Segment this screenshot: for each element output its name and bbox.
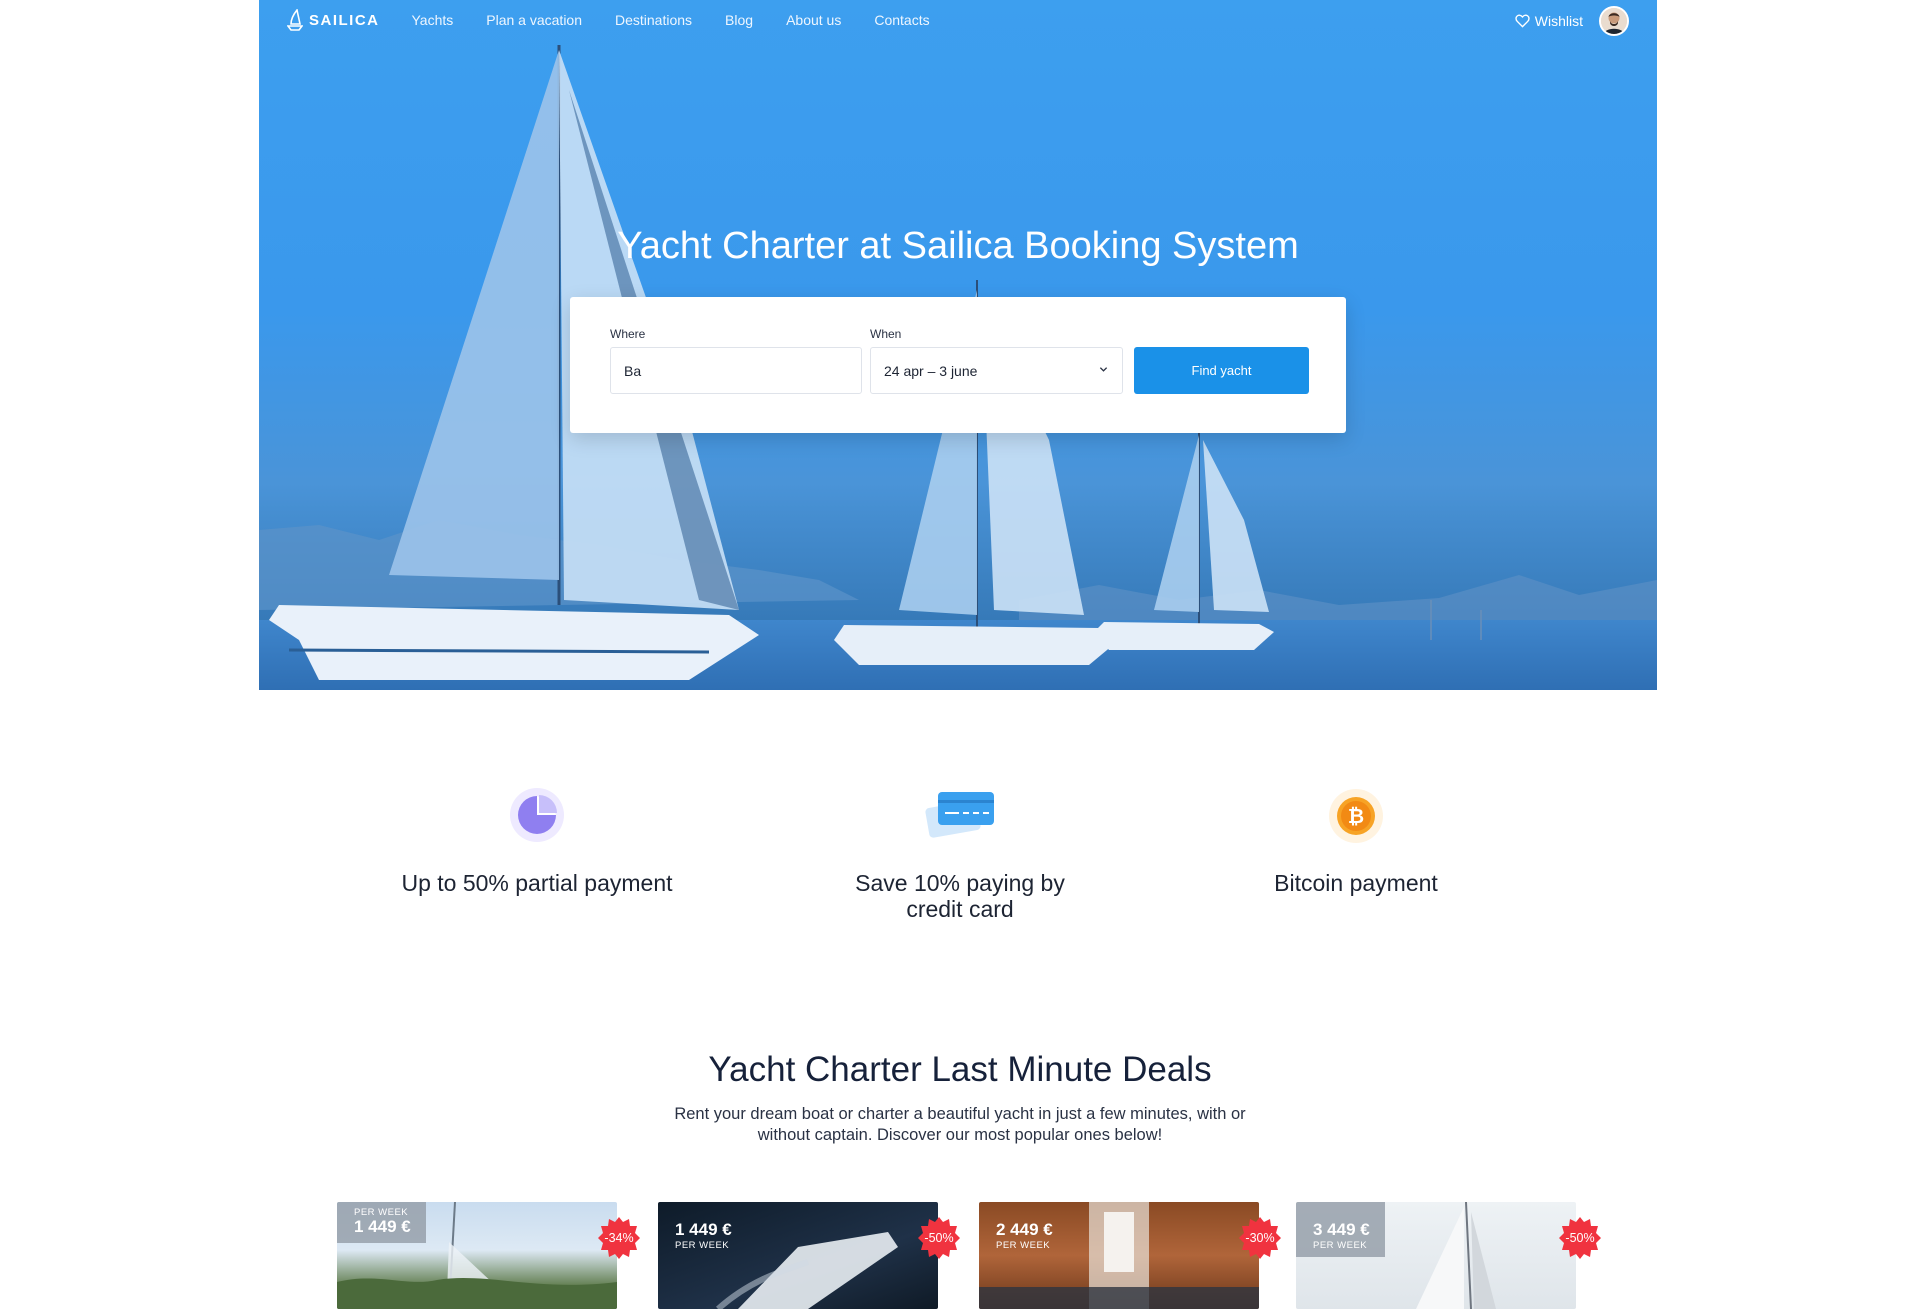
price-amount: 3 449 €: [1313, 1220, 1370, 1239]
heart-icon: [1515, 14, 1530, 28]
feature-text: Save 10% paying by credit card: [855, 870, 1065, 922]
price-tag: 2 449 € PER WEEK: [979, 1202, 1068, 1257]
discount-badge: -30%: [1238, 1216, 1282, 1260]
price-tag: 3 449 € PER WEEK: [1296, 1202, 1385, 1257]
nav-link-about-us[interactable]: About us: [786, 12, 841, 28]
price-amount: 1 449 €: [675, 1220, 732, 1239]
nav-link-destinations[interactable]: Destinations: [615, 12, 692, 28]
feature-text: Bitcoin payment: [1274, 870, 1438, 896]
when-label: When: [870, 327, 902, 341]
deals-title: Yacht Charter Last Minute Deals: [708, 1050, 1212, 1089]
hero-title: Yacht Charter at Sailica Booking System: [617, 225, 1299, 267]
nav-link-contacts[interactable]: Contacts: [874, 12, 929, 28]
discount-value: -30%: [1245, 1231, 1275, 1245]
bitcoin-icon: ₿: [1321, 780, 1391, 850]
nav-right-group: Wishlist: [1515, 6, 1629, 36]
svg-text:₿: ₿: [1348, 806, 1364, 828]
deal-card[interactable]: 2 449 € PER WEEK: [979, 1202, 1259, 1309]
nav-link-blog[interactable]: Blog: [725, 12, 753, 28]
discount-badge: -50%: [1558, 1216, 1602, 1260]
discount-value: -50%: [1565, 1231, 1595, 1245]
feature-bitcoin: ₿ Bitcoin payment: [1146, 780, 1566, 896]
where-label: Where: [610, 327, 646, 341]
wishlist-link[interactable]: Wishlist: [1515, 13, 1583, 29]
chevron-down-icon: [1099, 367, 1108, 372]
find-yacht-button[interactable]: Find yacht: [1134, 347, 1309, 394]
price-tag: 1 449 € PER WEEK: [658, 1202, 747, 1257]
deals-subtitle: Rent your dream boat or charter a beauti…: [674, 1105, 1246, 1144]
price-period: PER WEEK: [675, 1240, 730, 1251]
price-amount: 1 449 €: [354, 1217, 411, 1236]
brand-name: SAILICA: [309, 11, 380, 29]
wishlist-label: Wishlist: [1534, 13, 1583, 29]
brand-logo[interactable]: SAILICA: [287, 9, 380, 31]
user-avatar[interactable]: [1599, 6, 1629, 36]
discount-badge: -34%: [597, 1216, 641, 1260]
nav-link-plan-a-vacation[interactable]: Plan a vacation: [486, 12, 582, 28]
hero-section: SAILICA Yachts Plan a vacation Destinati…: [259, 0, 1657, 690]
discount-badge: -50%: [917, 1216, 961, 1260]
top-navigation: SAILICA Yachts Plan a vacation Destinati…: [259, 0, 1657, 40]
when-date-select[interactable]: 24 apr – 3 june: [870, 347, 1123, 394]
user-portrait-icon: [1601, 8, 1627, 34]
price-period: PER WEEK: [996, 1240, 1051, 1251]
where-input[interactable]: Ba: [610, 347, 862, 394]
discount-value: -34%: [604, 1231, 634, 1245]
price-period: PER WEEK: [1313, 1240, 1368, 1251]
feature-text: Up to 50% partial payment: [401, 870, 673, 896]
sail-logo-icon: [287, 9, 303, 31]
price-tag: PER WEEK 1 449 €: [337, 1202, 426, 1243]
discount-value: -50%: [924, 1231, 954, 1245]
credit-card-icon: [925, 780, 995, 850]
deal-card[interactable]: 1 449 € PER WEEK: [658, 1202, 938, 1309]
deal-card[interactable]: 3 449 € PER WEEK: [1296, 1202, 1576, 1309]
feature-partial-payment: Up to 50% partial payment: [327, 780, 747, 896]
pie-chart-icon: [502, 780, 572, 850]
price-amount: 2 449 €: [996, 1220, 1053, 1239]
when-value: 24 apr – 3 june: [884, 362, 978, 379]
nav-link-yachts[interactable]: Yachts: [412, 12, 454, 28]
deal-card[interactable]: PER WEEK 1 449 €: [337, 1202, 617, 1309]
feature-credit-card: Save 10% paying by credit card: [750, 780, 1170, 922]
search-form: Where Ba When 24 apr – 3 june Find yacht: [570, 297, 1346, 433]
